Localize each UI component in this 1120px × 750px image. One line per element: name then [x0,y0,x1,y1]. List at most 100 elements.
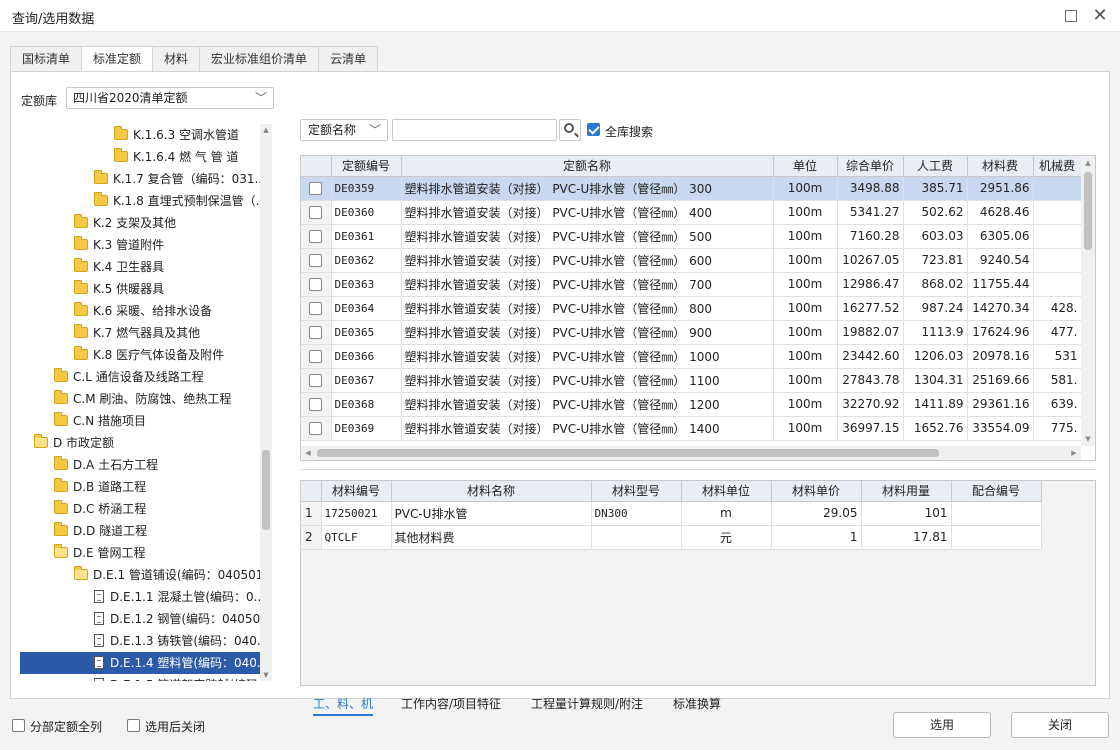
table-row[interactable]: 1 17250021 PVC-U排水管 DN300 m 29.05 101 [301,501,1042,526]
tree-item[interactable]: D.E.1 管道铺设(编码：040501) [20,564,260,586]
tree-item[interactable]: D.C 桥涵工程 [20,498,260,520]
row-checkbox[interactable] [309,277,323,291]
tree-item[interactable]: D.E 管网工程 [20,542,260,564]
column-header[interactable]: 综合单价 [837,156,904,177]
tree-item[interactable]: K.1.6.4 燃 气 管 道 [20,146,260,168]
column-header[interactable]: 机械费 [1033,156,1082,177]
table-row[interactable]: DE0368 塑料排水管道安装（对接） PVC-U排水管（管径㎜） 1200 100… [301,392,1082,417]
quota-grid-vscroll[interactable]: ▲ ▼ [1081,156,1095,446]
row-checkbox-cell[interactable] [301,272,332,297]
row-checkbox-cell[interactable] [301,368,332,393]
row-checkbox[interactable] [309,229,323,243]
tree-item[interactable]: K.1.8 直埋式预制保温管（... [20,190,260,212]
tab-material[interactable]: 材料 [152,46,201,72]
table-row[interactable]: DE0363 塑料排水管道安装（对接） PVC-U排水管（管径㎜） 700 100m… [301,272,1082,297]
column-header[interactable]: 材料型号 [591,481,682,502]
tree-item[interactable]: K.7 燃气器具及其他 [20,322,260,344]
quota-vscroll-thumb[interactable] [1084,172,1092,250]
quota-hscroll-thumb[interactable] [317,449,939,457]
table-row[interactable]: DE0367 塑料排水管道安装（对接） PVC-U排水管（管径㎜） 1100 100… [301,368,1082,393]
row-checkbox-cell[interactable] [301,416,332,441]
tab-cloud[interactable]: 云清单 [318,46,379,72]
scroll-right-icon[interactable]: ▶ [1069,449,1079,457]
tab-standard-quota[interactable]: 标准定额 [81,46,154,73]
table-row[interactable]: DE0359 塑料排水管道安装（对接） PVC-U排水管（管径㎜） 300 100m… [301,176,1082,201]
tree-item[interactable]: D.A 土石方工程 [20,454,260,476]
column-header[interactable]: 材料费 [967,156,1034,177]
column-header[interactable]: 单位 [773,156,838,177]
tree-item[interactable]: D.E.1.5 管道架空跨越(编码... [20,674,260,681]
table-row[interactable]: DE0369 塑料排水管道安装（对接） PVC-U排水管（管径㎜） 1400 100… [301,416,1082,441]
tree-item[interactable]: K.1.7 复合管（编码：031... [20,168,260,190]
column-header[interactable]: 人工费 [903,156,968,177]
search-field-select[interactable]: 定额名称 ﹀ [300,119,388,141]
select-button[interactable]: 选用 [893,712,991,738]
column-header[interactable]: 定额名称 [401,156,774,177]
row-checkbox-cell[interactable] [301,296,332,321]
tab-labor-material-machine[interactable]: 工、料、机 [313,692,374,716]
tree-item[interactable]: K.4 卫生器具 [20,256,260,278]
tree-item[interactable]: D.E.1.4 塑料管(编码：040... [20,652,260,674]
column-header[interactable]: 材料单价 [771,481,862,502]
table-row[interactable]: DE0365 塑料排水管道安装（对接） PVC-U排水管（管径㎜） 900 100m… [301,320,1082,345]
tree-item[interactable]: K.1.6.3 空调水管道 [20,124,260,146]
close-icon[interactable]: ✕ [1090,6,1110,26]
row-checkbox-cell[interactable] [301,392,332,417]
all-list-checkbox[interactable] [12,719,25,732]
tree-item[interactable]: K.6 采暖、给排水设备 [20,300,260,322]
row-checkbox-cell[interactable] [301,344,332,369]
row-checkbox-cell[interactable] [301,200,332,225]
scroll-down-icon[interactable]: ▼ [260,671,272,679]
row-checkbox-cell[interactable] [301,224,332,249]
scroll-down-icon[interactable]: ▼ [1081,435,1095,443]
row-checkbox-cell[interactable] [301,248,332,273]
tree-item[interactable]: K.5 供暖器具 [20,278,260,300]
tree-item[interactable]: K.3 管道附件 [20,234,260,256]
row-checkbox[interactable] [309,397,323,411]
table-row[interactable]: DE0366 塑料排水管道安装（对接） PVC-U排水管（管径㎜） 1000 100… [301,344,1082,369]
scroll-left-icon[interactable]: ◀ [303,449,313,457]
tree-item[interactable]: D.E.1.3 铸铁管(编码：040... [20,630,260,652]
maximize-icon[interactable] [1065,10,1077,22]
scroll-up-icon[interactable]: ▲ [1081,159,1095,167]
tree-item[interactable]: K.8 医疗气体设备及附件 [20,344,260,366]
column-header[interactable]: 材料用量 [861,481,952,502]
tree-item[interactable]: D.B 道路工程 [20,476,260,498]
table-row[interactable]: 2 QTCLF 其他材料费 元 1 17.81 [301,525,1042,550]
row-checkbox[interactable] [309,253,323,267]
column-header[interactable]: 材料编号 [321,481,392,502]
close-button[interactable]: 关闭 [1011,712,1109,738]
table-row[interactable]: DE0364 塑料排水管道安装（对接） PVC-U排水管（管径㎜） 800 100m… [301,296,1082,321]
tree-item[interactable]: D.E.1.2 钢管(编码：04050... [20,608,260,630]
row-checkbox[interactable] [309,373,323,387]
row-checkbox[interactable] [309,205,323,219]
row-checkbox[interactable] [309,301,323,315]
tree-item[interactable]: D 市政定额 [20,432,260,454]
tab-calc-rules[interactable]: 工程量计算规则/附注 [531,692,643,716]
tree-item[interactable]: C.L 通信设备及线路工程 [20,366,260,388]
column-header[interactable] [301,156,332,177]
tab-work-content[interactable]: 工作内容/项目特征 [401,692,501,716]
column-header[interactable]: 材料单位 [681,481,772,502]
quota-lib-select[interactable]: 四川省2020清单定额 ﹀ [66,87,274,109]
tree-item[interactable]: D.E.1.1 混凝土管(编码：0... [20,586,260,608]
tab-standard-conversion[interactable]: 标准换算 [673,692,721,716]
close-after-checkbox[interactable] [127,719,140,732]
table-row[interactable]: DE0361 塑料排水管道安装（对接） PVC-U排水管（管径㎜） 500 100m… [301,224,1082,249]
tree-item[interactable]: D.D 隧道工程 [20,520,260,542]
row-checkbox-cell[interactable] [301,320,332,345]
tree-item[interactable]: C.M 刷油、防腐蚀、绝热工程 [20,388,260,410]
column-header[interactable] [301,481,322,502]
tree-item[interactable]: K.2 支架及其他 [20,212,260,234]
tree-scroll-thumb[interactable] [262,450,270,530]
row-checkbox[interactable] [309,421,323,435]
search-button[interactable] [559,119,581,141]
row-checkbox-cell[interactable] [301,176,332,201]
scroll-up-icon[interactable]: ▲ [260,126,272,134]
search-input[interactable] [392,119,557,141]
fulllib-checkbox[interactable] [587,123,600,136]
tree-item[interactable]: C.N 措施项目 [20,410,260,432]
tab-hongye[interactable]: 宏业标准组价清单 [199,46,320,72]
tree-scrollbar[interactable]: ▲ ▼ [260,124,272,681]
tab-guobiao[interactable]: 国标清单 [10,46,83,72]
